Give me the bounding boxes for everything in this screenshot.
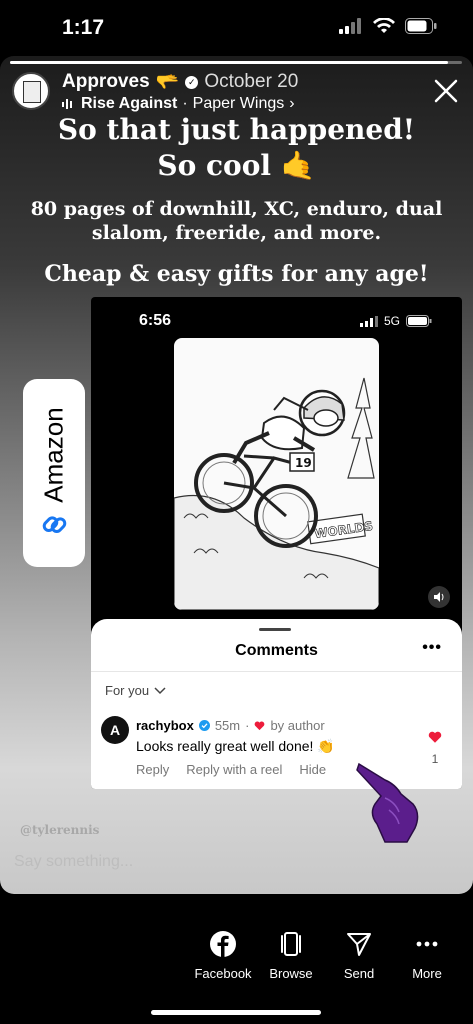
comment-text: Looks really great well done! 👏 <box>136 738 335 754</box>
link-icon <box>42 516 66 533</box>
coloring-page-image: WORLDS 19 <box>174 338 379 610</box>
bottom-action-bar: Facebook Browse Send More <box>190 930 460 981</box>
facebook-button[interactable]: Facebook <box>190 930 256 981</box>
story-header-text: Approves 🫳 ✓ October 20 Rise Against · P… <box>62 70 298 113</box>
comment-meta: rachybox 55m · by author <box>136 718 325 733</box>
reply-input[interactable]: Say something... <box>14 853 133 871</box>
home-indicator <box>151 1010 321 1015</box>
comment-time: 55m <box>214 718 241 733</box>
subtext: 80 pages of downhill, XC, enduro, dual s… <box>30 198 443 244</box>
verified-badge-icon: ✓ <box>185 75 199 89</box>
more-icon <box>416 941 438 947</box>
comment-avatar[interactable]: A <box>101 716 129 744</box>
music-attribution[interactable]: Rise Against · Paper Wings › <box>62 95 298 113</box>
link-sticker-label: Amazon <box>38 407 69 503</box>
embedded-time: 6:56 <box>139 312 172 329</box>
mention-tag[interactable]: @tylerennis <box>20 823 99 837</box>
network-label: 5G <box>383 314 400 328</box>
divider <box>91 671 462 672</box>
more-options-icon[interactable]: ••• <box>422 639 442 657</box>
comment-like-button[interactable]: 1 <box>428 731 442 766</box>
embedded-screenshot: 6:56 5G WORLDS 19 Comments ••• For you A… <box>91 297 462 789</box>
signal-icon <box>339 18 361 34</box>
reply-with-reel-button[interactable]: Reply with a reel <box>186 762 282 777</box>
story-viewer[interactable]: Approves 🫳 ✓ October 20 Rise Against · P… <box>0 56 473 894</box>
like-count: 1 <box>431 752 439 766</box>
link-sticker[interactable]: Amazon <box>23 379 85 567</box>
facebook-label: Facebook <box>194 966 252 981</box>
music-bars-icon <box>62 99 72 109</box>
facebook-icon <box>210 931 236 957</box>
chevron-down-icon <box>154 686 166 694</box>
profile-avatar[interactable] <box>12 72 50 110</box>
send-icon <box>347 933 371 956</box>
more-button[interactable]: More <box>394 930 460 981</box>
race-number: 19 <box>295 456 312 470</box>
mountain-bike-illustration: WORLDS 19 <box>174 377 379 610</box>
story-header: Approves 🫳 ✓ October 20 Rise Against · P… <box>12 70 461 114</box>
drag-handle[interactable] <box>259 628 291 631</box>
comments-title: Comments <box>235 642 318 659</box>
chevron-right-icon: › <box>289 95 295 112</box>
music-song: Paper Wings <box>192 95 285 112</box>
comment-by-author: by author <box>270 718 325 733</box>
send-label: Send <box>343 966 375 981</box>
close-icon[interactable] <box>431 76 461 106</box>
heart-icon <box>428 731 442 743</box>
username[interactable]: Approves <box>62 71 150 93</box>
username-emoji: 🫳 <box>155 72 180 93</box>
sort-dropdown[interactable]: For you <box>105 683 166 698</box>
headline-line-1: So that just happened! <box>57 113 416 146</box>
heart-icon <box>255 721 265 730</box>
status-bar: 1:17 <box>0 0 473 56</box>
comment-username[interactable]: rachybox <box>136 718 194 733</box>
headline-line-2: So cool 🤙 <box>157 149 316 182</box>
reply-button[interactable]: Reply <box>136 762 169 777</box>
signal-icon <box>359 315 378 327</box>
story-progress-fill <box>10 61 449 64</box>
browse-button[interactable]: Browse <box>258 930 324 981</box>
send-button[interactable]: Send <box>326 930 392 981</box>
battery-icon <box>406 315 432 327</box>
browse-icon <box>281 932 301 956</box>
story-date: October 20 <box>204 71 299 92</box>
status-icons <box>339 18 437 34</box>
wifi-icon <box>373 18 395 33</box>
status-time: 1:17 <box>62 16 105 39</box>
hide-button[interactable]: Hide <box>299 762 326 777</box>
browse-label: Browse <box>269 966 313 981</box>
battery-icon <box>405 18 437 34</box>
more-label: More <box>412 966 442 981</box>
verified-badge-icon <box>198 720 210 731</box>
pointing-hand-icon <box>356 762 419 843</box>
username-row: Approves 🫳 ✓ October 20 <box>62 70 298 94</box>
story-progress-bar <box>10 61 462 64</box>
headline: So that just happened! So cool 🤙 <box>0 112 473 184</box>
music-separator: · <box>182 95 188 112</box>
sort-label: For you <box>105 683 150 698</box>
sound-icon[interactable] <box>428 586 450 608</box>
music-artist: Rise Against <box>81 95 178 112</box>
tagline: Cheap & easy gifts for any age! <box>44 261 429 287</box>
embedded-status-icons: 5G <box>359 314 432 328</box>
comment-actions: Reply Reply with a reel Hide <box>136 762 326 777</box>
